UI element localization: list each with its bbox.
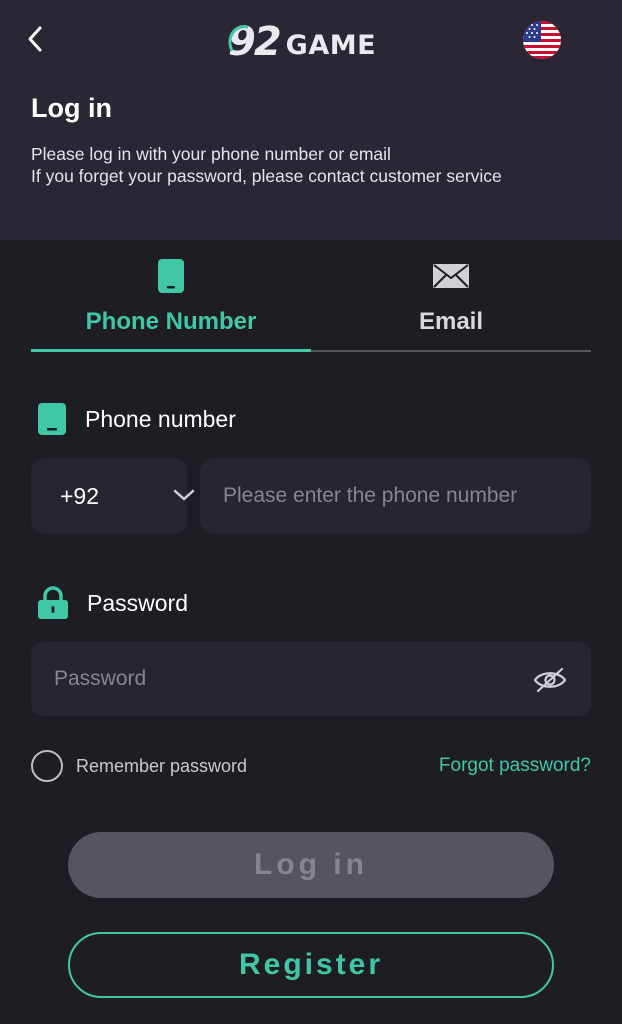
chevron-left-icon — [28, 26, 42, 52]
phone-label-text: Phone number — [85, 405, 236, 432]
toggle-password-visibility-button[interactable] — [531, 664, 569, 696]
password-label-text: Password — [87, 589, 188, 616]
login-button[interactable]: Log in — [68, 832, 554, 898]
login-method-tabs: Phone Number Email — [31, 252, 591, 353]
phone-input[interactable] — [200, 459, 591, 533]
logo-text: GAME — [285, 29, 377, 61]
logo: 92 GAME — [228, 14, 376, 70]
tab-phone-number[interactable]: Phone Number — [31, 252, 311, 352]
subtitle-line-1: Please log in with your phone number or … — [31, 144, 391, 164]
subtitle-line-2: If you forget your password, please cont… — [31, 166, 502, 186]
password-field-label: Password — [37, 586, 188, 620]
us-flag-icon — [523, 21, 561, 59]
tab-active-indicator — [31, 349, 311, 352]
back-button[interactable] — [18, 20, 52, 58]
phone-icon — [38, 403, 66, 435]
country-code-select[interactable]: +92 — [31, 459, 195, 533]
password-input[interactable] — [31, 642, 591, 716]
header: 92 GAME Log in Please log in with your p… — [0, 0, 622, 240]
remember-password-label: Remember password — [76, 755, 248, 776]
eye-off-icon — [533, 667, 567, 693]
register-button[interactable]: Register — [68, 932, 554, 998]
tab-phone-number-label: Phone Number — [85, 308, 257, 335]
remember-password-checkbox[interactable]: Remember password — [31, 750, 247, 782]
chevron-down-icon — [173, 489, 195, 501]
tab-inactive-indicator — [311, 350, 591, 352]
login-page: 92 GAME Log in Please log in with your p… — [0, 0, 622, 1024]
tab-email[interactable]: Email — [311, 252, 591, 352]
language-selector[interactable] — [523, 21, 561, 59]
logo-number: 92 — [228, 19, 282, 65]
logo-swoosh-icon — [228, 25, 249, 52]
country-code-value: +92 — [60, 482, 100, 509]
email-icon — [433, 264, 469, 288]
remember-radio[interactable] — [31, 750, 63, 782]
phone-icon — [158, 259, 184, 293]
page-title: Log in — [31, 93, 112, 123]
tab-email-label: Email — [418, 308, 484, 335]
phone-field-label: Phone number — [37, 402, 236, 436]
forgot-password-link[interactable]: Forgot password? — [439, 755, 591, 777]
page-subtitle: Please log in with your phone number or … — [31, 143, 502, 187]
lock-icon — [38, 586, 68, 619]
